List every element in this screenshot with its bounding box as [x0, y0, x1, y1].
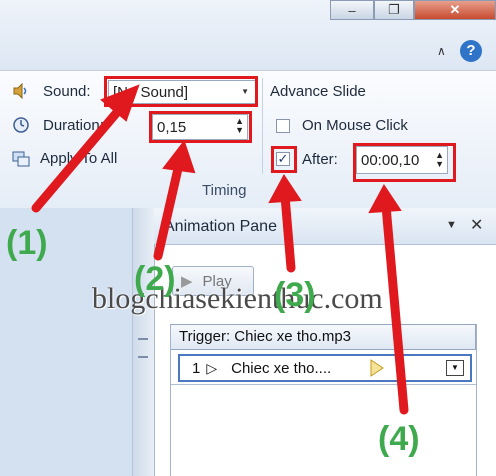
on-mouse-click-checkbox[interactable] — [276, 119, 290, 133]
minimize-button[interactable]: – — [330, 0, 374, 20]
pane-splitter[interactable] — [132, 208, 155, 476]
clock-icon — [13, 117, 29, 133]
restore-button[interactable]: ❐ — [374, 0, 414, 20]
help-icon: ? — [466, 42, 476, 59]
close-window-button[interactable]: ✕ — [414, 0, 496, 20]
group-divider — [262, 78, 263, 174]
timing-group-label: Timing — [202, 182, 247, 199]
animation-pane-header: Animation Pane ▼ ✕ — [154, 208, 496, 245]
close-icon: ✕ — [449, 2, 461, 17]
chevron-down-icon: ▼ — [451, 363, 459, 372]
highlight-box-after-time — [353, 143, 456, 182]
restore-icon: ❐ — [388, 2, 400, 17]
after-label: After: — [302, 151, 338, 168]
pane-options-button[interactable]: ▼ — [446, 219, 457, 231]
advance-slide-heading: Advance Slide — [270, 83, 366, 100]
minimize-icon: – — [348, 2, 356, 18]
play-trigger-icon: ▷ — [206, 359, 218, 376]
pane-close-button[interactable]: ✕ — [470, 215, 483, 235]
highlight-box-after-checkbox — [271, 146, 297, 173]
highlight-box-sound — [104, 76, 258, 107]
pane-list-border-left — [170, 324, 171, 476]
media-timing-icon — [370, 359, 384, 381]
highlight-box-duration — [149, 111, 252, 143]
item-dropdown-button[interactable]: ▼ — [446, 360, 464, 376]
on-mouse-click-label: On Mouse Click — [302, 117, 408, 134]
chevron-down-icon: ▼ — [446, 219, 457, 231]
splitter-grip-icon — [138, 338, 148, 358]
animation-pane-title: Animation Pane — [164, 218, 277, 235]
apply-to-all-button[interactable]: Apply To All — [40, 150, 117, 167]
animation-item-number: 1 — [192, 359, 201, 377]
close-icon: ✕ — [470, 217, 484, 234]
apply-all-icon — [12, 150, 32, 168]
annotation-label-2: (2) — [134, 260, 176, 298]
annotation-label-3: (3) — [274, 276, 316, 314]
ribbon-collapse-button[interactable]: ∧ — [437, 44, 446, 58]
trigger-label: Trigger: Chiec xe tho.mp3 — [179, 328, 352, 345]
animation-item-label: Chiec xe tho.... — [231, 359, 332, 377]
duration-label: Duration: — [43, 117, 104, 134]
chevron-up-icon: ∧ — [437, 44, 446, 58]
annotation-label-1: (1) — [6, 224, 48, 262]
trigger-header[interactable]: Trigger: Chiec xe tho.mp3 — [170, 324, 476, 350]
sound-label: Sound: — [43, 83, 91, 100]
annotation-label-4: (4) — [378, 420, 420, 458]
pane-bottom-line — [170, 384, 476, 385]
animation-list-item[interactable]: 1 ▷ Chiec xe tho.... ▼ — [178, 354, 472, 382]
help-button[interactable]: ? — [460, 40, 482, 62]
sound-icon — [12, 82, 30, 100]
pane-list-border-right — [476, 324, 477, 476]
